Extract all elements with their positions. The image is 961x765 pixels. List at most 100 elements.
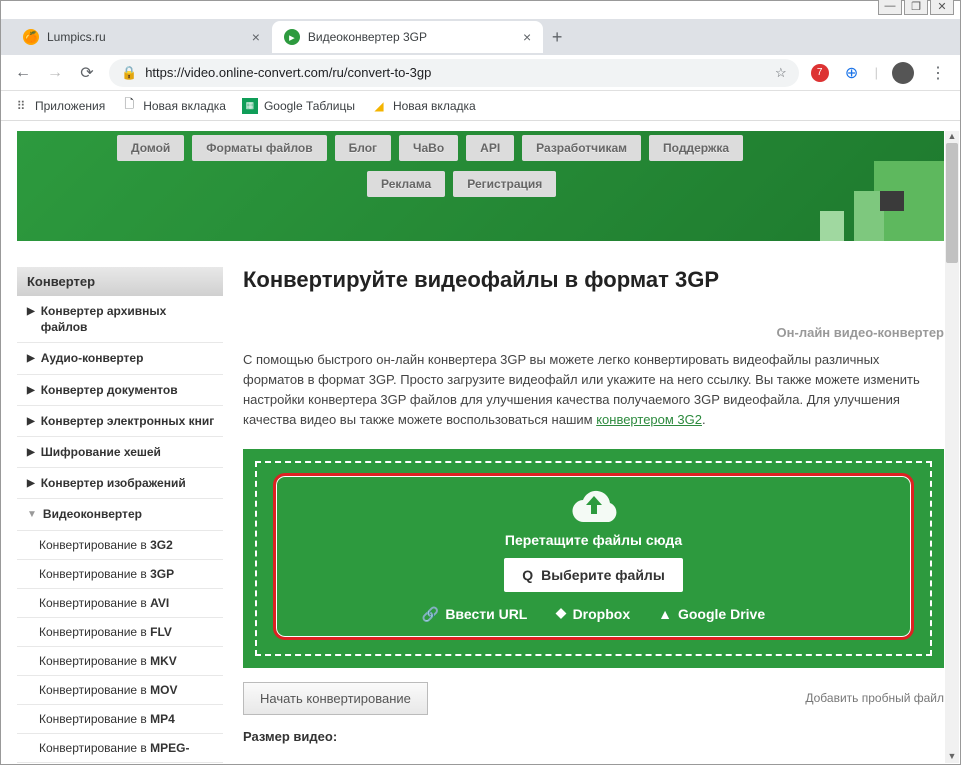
vertical-scrollbar[interactable]: ▲ ▼ bbox=[945, 131, 959, 763]
nav-api[interactable]: API bbox=[466, 135, 514, 161]
source-dropbox[interactable]: ⯁Dropbox bbox=[555, 606, 630, 623]
bookmark-item[interactable]: ◢ Новая вкладка bbox=[371, 98, 476, 114]
description: С помощью быстрого он-лайн конвертера 3G… bbox=[243, 350, 944, 431]
sidebar-item-label: Конвертер электронных книг bbox=[41, 413, 215, 429]
source-url[interactable]: 🔗Ввести URL bbox=[422, 606, 527, 623]
bookmark-item[interactable]: 🗋 Новая вкладка bbox=[121, 98, 226, 114]
page-subtitle: Он-лайн видео-конвертер bbox=[243, 325, 944, 340]
bookmark-star-icon[interactable]: ☆ bbox=[775, 65, 787, 81]
upload-box: Перетащите файлы сюда Q Выберите файлы 🔗… bbox=[243, 449, 944, 668]
reload-button[interactable]: ⟳ bbox=[77, 63, 97, 83]
scroll-down-arrow[interactable]: ▼ bbox=[945, 751, 959, 763]
source-row: 🔗Ввести URL ⯁Dropbox ▲Google Drive bbox=[296, 606, 891, 623]
upload-highlight: Перетащите файлы сюда Q Выберите файлы 🔗… bbox=[273, 473, 914, 640]
nav-support[interactable]: Поддержка bbox=[649, 135, 743, 161]
caret-right-icon: ▶ bbox=[27, 446, 35, 460]
drop-label: Перетащите файлы сюда bbox=[296, 532, 891, 548]
extension-icons: 7 ⊕ | ⋮ bbox=[811, 62, 948, 84]
gdrive-icon: ▲ bbox=[658, 606, 672, 622]
tab-videoconverter[interactable]: ▸ Видеоконвертер 3GP × bbox=[272, 21, 543, 53]
start-convert-button[interactable]: Начать конвертирование bbox=[243, 682, 428, 715]
sidebar: Конвертер ▶Конвертер архивных файлов ▶Ау… bbox=[17, 267, 223, 763]
action-row: Начать конвертирование Добавить пробный … bbox=[243, 682, 944, 715]
nav-faq[interactable]: ЧаВо bbox=[399, 135, 458, 161]
bookmark-label: Google Таблицы bbox=[264, 99, 355, 113]
sidebar-sub-3gp[interactable]: Конвертирование в 3GP bbox=[17, 560, 223, 589]
address-row: ← → ⟳ 🔒 https://video.online-convert.com… bbox=[1, 55, 960, 91]
sidebar-item-label: Конвертер изображений bbox=[41, 475, 186, 491]
source-gdrive[interactable]: ▲Google Drive bbox=[658, 606, 765, 623]
tab-label: Видеоконвертер 3GP bbox=[308, 30, 427, 44]
sidebar-sub-mp4[interactable]: Конвертирование в MP4 bbox=[17, 705, 223, 734]
nav-register[interactable]: Регистрация bbox=[453, 171, 556, 197]
sidebar-item-video[interactable]: ▼Видеоконвертер bbox=[17, 499, 223, 530]
caret-right-icon: ▶ bbox=[27, 384, 35, 398]
window-maximize[interactable]: ❐ bbox=[904, 0, 928, 15]
apps-icon: ⠿ bbox=[13, 98, 29, 114]
sheets-icon: ▦ bbox=[242, 98, 258, 114]
bookmark-label: Новая вкладка bbox=[393, 99, 476, 113]
extension-icon-1[interactable]: 7 bbox=[811, 64, 829, 82]
address-bar[interactable]: 🔒 https://video.online-convert.com/ru/co… bbox=[109, 59, 799, 87]
new-tab-button[interactable]: + bbox=[543, 23, 571, 51]
tab-close-icon[interactable]: × bbox=[523, 29, 531, 45]
sidebar-sub-mkv[interactable]: Конвертирование в MKV bbox=[17, 647, 223, 676]
link-3g2[interactable]: конвертером 3G2 bbox=[596, 412, 702, 427]
sidebar-sub-mpeg[interactable]: Конвертирование в MPEG- bbox=[17, 734, 223, 763]
bookmark-label: Новая вкладка bbox=[143, 99, 226, 113]
sidebar-item-documents[interactable]: ▶ Конвертер документов bbox=[17, 375, 223, 406]
caret-right-icon: ▶ bbox=[27, 477, 35, 491]
add-trial-link[interactable]: Добавить пробный файл bbox=[805, 691, 944, 705]
sidebar-sub-3g2[interactable]: Конвертирование в 3G2 bbox=[17, 531, 223, 560]
sidebar-item-images[interactable]: ▶ Конвертер изображений bbox=[17, 468, 223, 499]
sidebar-item-label: Конвертер документов bbox=[41, 382, 178, 398]
tab-label: Lumpics.ru bbox=[47, 30, 106, 44]
scroll-thumb[interactable] bbox=[946, 143, 958, 263]
sidebar-item-archive[interactable]: ▶Конвертер архивных файлов bbox=[17, 296, 223, 343]
choose-files-button[interactable]: Q Выберите файлы bbox=[504, 558, 683, 592]
menu-icon[interactable]: ⋮ bbox=[928, 63, 948, 83]
page-icon: ◢ bbox=[371, 98, 387, 114]
bookmarks-bar: ⠿ Приложения 🗋 Новая вкладка ▦ Google Та… bbox=[1, 91, 960, 121]
sidebar-item-label: Шифрование хешей bbox=[41, 444, 161, 460]
choose-files-label: Выберите файлы bbox=[541, 567, 665, 583]
sidebar-item-audio[interactable]: ▶ Аудио-конвертер bbox=[17, 343, 223, 374]
sidebar-item-label: Аудио-конвертер bbox=[41, 350, 144, 366]
tab-close-icon[interactable]: × bbox=[252, 29, 260, 45]
page-viewport: Домой Форматы файлов Блог ЧаВо API Разра… bbox=[1, 131, 960, 764]
scroll-up-arrow[interactable]: ▲ bbox=[945, 131, 959, 143]
window-minimize[interactable]: — bbox=[878, 0, 902, 15]
top-nav-row-1: Домой Форматы файлов Блог ЧаВо API Разра… bbox=[17, 131, 944, 161]
caret-down-icon: ▼ bbox=[27, 508, 37, 522]
upload-dropzone[interactable]: Перетащите файлы сюда Q Выберите файлы 🔗… bbox=[255, 461, 932, 656]
page-title: Конвертируйте видеофайлы в формат 3GP bbox=[243, 267, 944, 293]
section-video-size: Размер видео: bbox=[243, 729, 944, 744]
sidebar-sub-mov[interactable]: Конвертирование в MOV bbox=[17, 676, 223, 705]
sidebar-item-label: Конвертер архивных файлов bbox=[41, 303, 215, 335]
nav-blog[interactable]: Блог bbox=[335, 135, 391, 161]
apps-label: Приложения bbox=[35, 99, 105, 113]
sidebar-item-ebooks[interactable]: ▶ Конвертер электронных книг bbox=[17, 406, 223, 437]
caret-right-icon: ▶ bbox=[27, 352, 35, 366]
sidebar-header: Конвертер bbox=[17, 267, 223, 296]
sidebar-sub-flv[interactable]: Конвертирование в FLV bbox=[17, 618, 223, 647]
profile-avatar[interactable] bbox=[892, 62, 914, 84]
window-close[interactable]: ✕ bbox=[930, 0, 954, 15]
dropbox-icon: ⯁ bbox=[555, 606, 566, 623]
forward-button[interactable]: → bbox=[45, 64, 65, 82]
bookmark-item[interactable]: ▦ Google Таблицы bbox=[242, 98, 355, 114]
extension-icon-2[interactable]: ⊕ bbox=[843, 64, 861, 82]
apps-button[interactable]: ⠿ Приложения bbox=[13, 98, 105, 114]
link-icon: 🔗 bbox=[422, 606, 439, 623]
url-text: https://video.online-convert.com/ru/conv… bbox=[145, 65, 431, 80]
back-button[interactable]: ← bbox=[13, 64, 33, 82]
sidebar-item-hash[interactable]: ▶ Шифрование хешей bbox=[17, 437, 223, 468]
tab-lumpics[interactable]: 🍊 Lumpics.ru × bbox=[11, 21, 272, 53]
sidebar-sub-avi[interactable]: Конвертирование в AVI bbox=[17, 589, 223, 618]
site-banner: Домой Форматы файлов Блог ЧаВо API Разра… bbox=[17, 131, 944, 241]
nav-ads[interactable]: Реклама bbox=[367, 171, 445, 197]
nav-developers[interactable]: Разработчикам bbox=[522, 135, 641, 161]
nav-formats[interactable]: Форматы файлов bbox=[192, 135, 326, 161]
caret-right-icon: ▶ bbox=[27, 415, 35, 429]
nav-home[interactable]: Домой bbox=[117, 135, 184, 161]
